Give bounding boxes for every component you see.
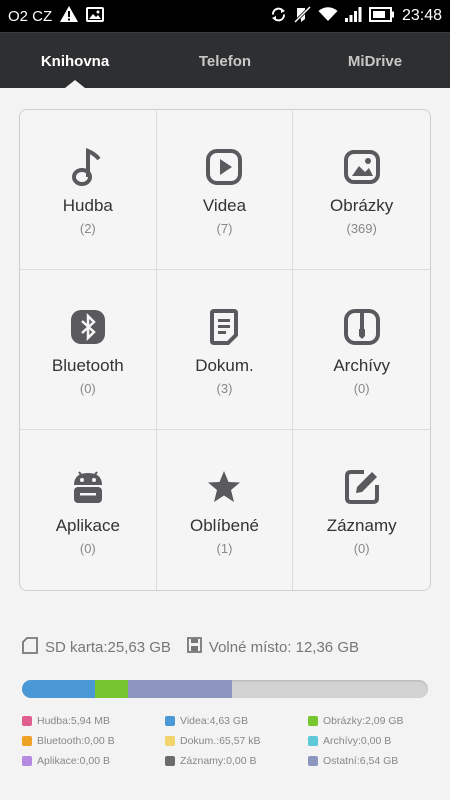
category-count: (0) <box>353 541 370 556</box>
legend-swatch <box>308 755 318 766</box>
android-icon <box>69 468 107 506</box>
category-dokumenty[interactable]: Dokum. (3) <box>156 270 294 430</box>
legend-item: Záznamy:0,00 B <box>165 754 308 767</box>
category-grid: Hudba (2) Videa (7) Obrázky (369) Blueto… <box>19 109 431 591</box>
category-label: Videa <box>202 196 247 215</box>
legend-label: Ostatní:6,54 GB <box>323 754 399 767</box>
category-label: Hudba <box>62 196 113 215</box>
edit-icon <box>343 468 381 506</box>
category-label: Bluetooth <box>51 356 124 375</box>
category-count: (7) <box>216 221 233 236</box>
sd-card-label: SD karta:25,63 GB <box>45 638 171 656</box>
star-icon <box>205 468 243 506</box>
warning-icon <box>60 6 79 26</box>
category-oblibene[interactable]: Oblíbené (1) <box>157 430 294 590</box>
wifi-icon <box>318 6 338 26</box>
category-count: (1) <box>216 541 233 556</box>
play-icon <box>205 148 243 186</box>
carrier-label: O2 CZ <box>8 7 53 25</box>
legend-item: Bluetooth:0,00 B <box>22 734 165 747</box>
category-zaznamy[interactable]: Záznamy (0) <box>293 430 430 590</box>
free-space-info: Volné místo: 12,36 GB <box>187 637 359 657</box>
status-bar: O2 CZ 23:48 <box>0 0 450 32</box>
document-icon <box>205 308 243 346</box>
legend-label: Záznamy:0,00 B <box>180 754 257 767</box>
category-count: (3) <box>216 381 233 396</box>
clock: 23:48 <box>401 7 442 24</box>
tab-midrive[interactable]: MiDrive <box>300 33 450 89</box>
category-count: (0) <box>79 541 96 556</box>
storage-usage-bar <box>22 680 428 698</box>
legend-item: Videa:4,63 GB <box>165 714 308 727</box>
category-bluetooth[interactable]: Bluetooth (0) <box>20 270 157 430</box>
category-videa[interactable]: Videa (7) <box>156 110 294 270</box>
legend-item: Hudba:5,94 MB <box>22 714 165 727</box>
tab-bar: Knihovna Telefon MiDrive <box>0 32 450 88</box>
category-hudba[interactable]: Hudba (2) <box>20 110 157 270</box>
storage-info: SD karta:25,63 GB Volné místo: 12,36 GB <box>22 636 432 658</box>
legend-item: Archívy:0,00 B <box>308 734 432 747</box>
legend-label: Obrázky:2,09 GB <box>323 714 404 727</box>
tab-telefon[interactable]: Telefon <box>150 33 300 89</box>
legend-swatch <box>22 715 32 726</box>
picture-icon <box>343 148 381 186</box>
music-note-icon <box>69 148 107 186</box>
legend-item: Ostatní:6,54 GB <box>308 754 432 767</box>
legend-swatch <box>22 755 32 766</box>
category-obrazky[interactable]: Obrázky (369) <box>293 110 430 270</box>
storage-segment-ostatní <box>128 680 232 698</box>
category-label: Záznamy <box>326 516 397 535</box>
legend-swatch <box>165 735 175 746</box>
category-label: Dokum. <box>195 356 254 375</box>
legend-swatch <box>165 715 175 726</box>
storage-legend: Hudba:5,94 MB Videa:4,63 GB Obrázky:2,09 G… <box>22 714 432 767</box>
category-label: Oblíbené <box>189 516 259 535</box>
free-space-label: Volné místo: 12,36 GB <box>208 638 359 656</box>
category-count: (2) <box>79 221 96 236</box>
category-aplikace[interactable]: Aplikace (0) <box>20 430 157 590</box>
storage-segment-obrázky <box>95 680 129 698</box>
signal-icon <box>344 6 362 26</box>
legend-label: Hudba:5,94 MB <box>37 714 110 727</box>
legend-label: Videa:4,63 GB <box>180 714 249 727</box>
category-count: (0) <box>79 381 96 396</box>
legend-item: Obrázky:2,09 GB <box>308 714 432 727</box>
category-count: (0) <box>353 381 370 396</box>
legend-swatch <box>165 755 175 766</box>
legend-label: Bluetooth:0,00 B <box>37 734 115 747</box>
sd-card-info: SD karta:25,63 GB <box>22 636 171 658</box>
legend-item: Dokum.:65,57 kB <box>165 734 308 747</box>
save-icon <box>187 637 202 657</box>
legend-label: Aplikace:0,00 B <box>37 754 110 767</box>
legend-swatch <box>22 735 32 746</box>
category-label: Aplikace <box>55 516 120 535</box>
category-label: Archívy <box>333 356 390 375</box>
image-icon <box>86 6 105 26</box>
active-tab-indicator <box>65 80 85 88</box>
sd-card-icon <box>22 636 38 658</box>
bluetooth-icon <box>69 308 107 346</box>
category-archivy[interactable]: Archívy (0) <box>293 270 430 430</box>
legend-item: Aplikace:0,00 B <box>22 754 165 767</box>
sync-icon <box>270 6 287 27</box>
category-label: Obrázky <box>330 196 394 215</box>
legend-label: Dokum.:65,57 kB <box>180 734 261 747</box>
mute-icon <box>293 5 312 27</box>
legend-swatch <box>308 715 318 726</box>
category-count: (369) <box>346 221 377 236</box>
archive-icon <box>343 308 381 346</box>
legend-label: Archívy:0,00 B <box>323 734 392 747</box>
battery-icon <box>368 6 395 26</box>
legend-swatch <box>308 735 318 746</box>
storage-segment-videa <box>22 680 96 698</box>
